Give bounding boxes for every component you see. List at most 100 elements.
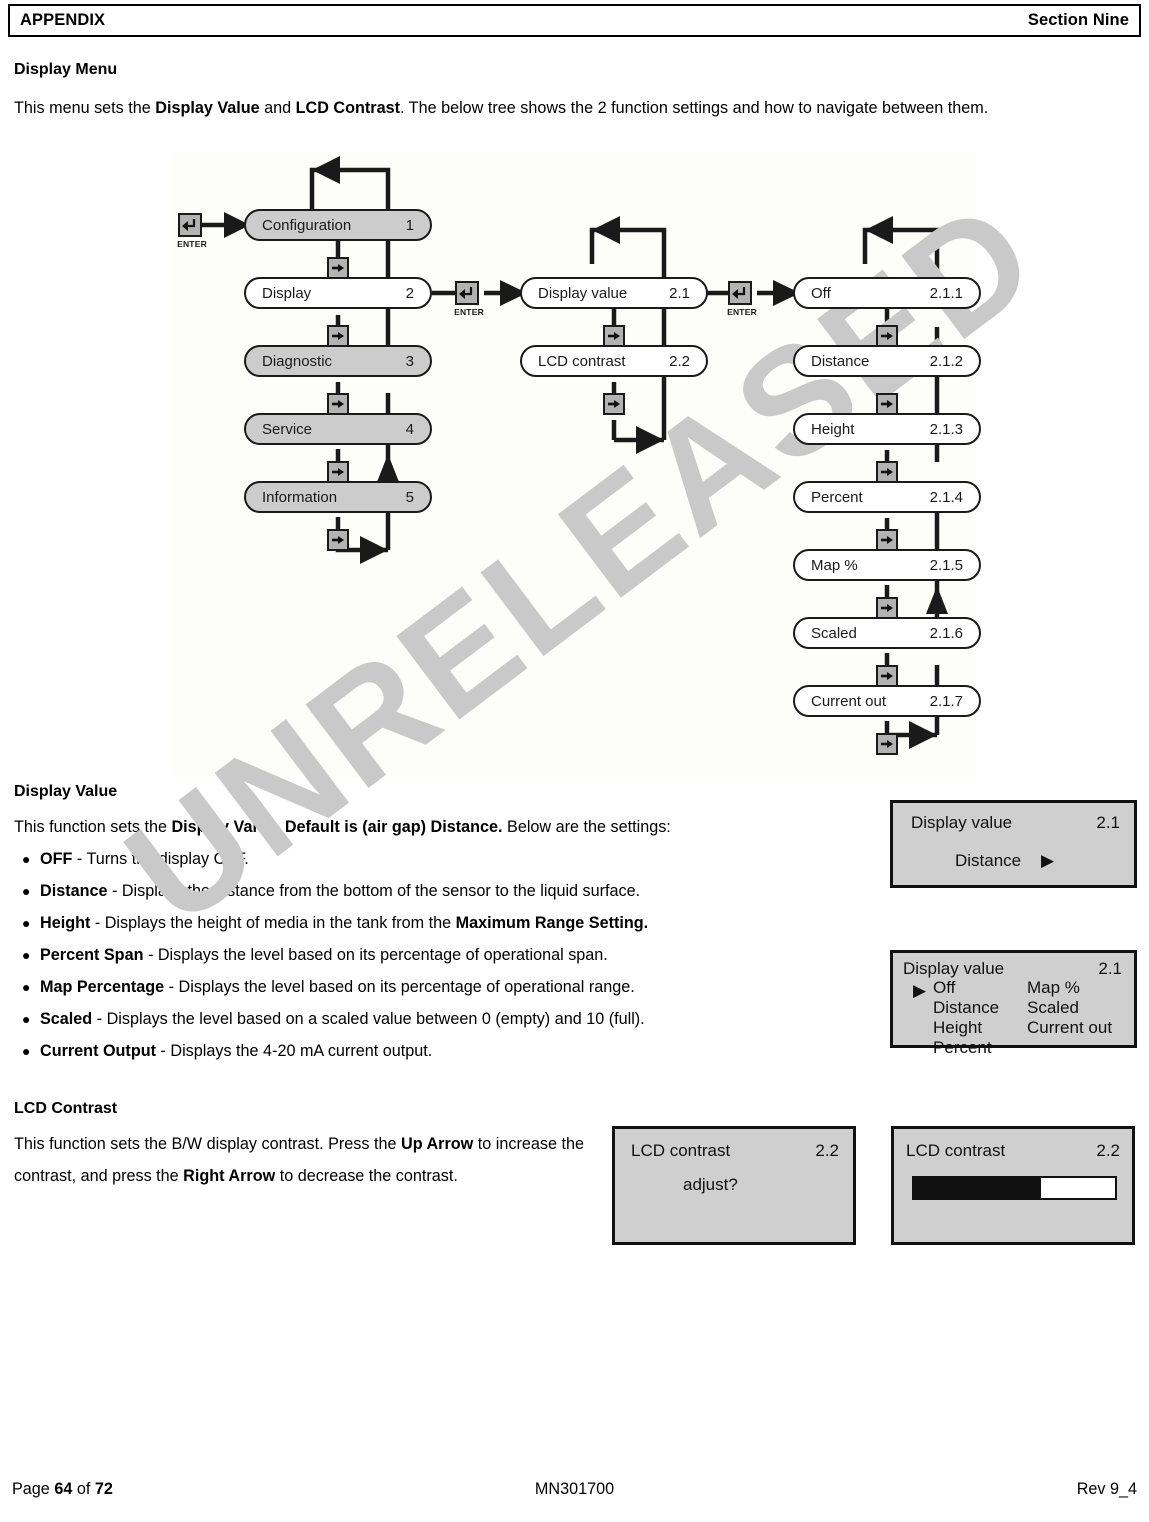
list-item: ● Height - Displays the height of media i… — [14, 907, 874, 939]
lcd-cursor-right-icon: ▶ — [913, 981, 927, 1000]
tree-node-current-out[interactable]: Current out 2.1.7 — [793, 685, 981, 717]
lcd-list-left-1[interactable]: Distance — [933, 998, 999, 1018]
lcd-panel-contrast-adjust: LCD contrast 2.2 adjust? — [612, 1126, 856, 1245]
bullet-desc: - Displays the 4-20 mA current output. — [156, 1042, 433, 1060]
tree-node-number: 3 — [405, 352, 414, 370]
right-arrow-icon-c1-1 — [327, 257, 349, 279]
display-menu-paragraph: This menu sets the Display Value and LCD… — [14, 99, 989, 117]
lcd-menu-number: 2.2 — [1096, 1141, 1120, 1160]
lcd-contrast-paragraph: This function sets the B/W display contr… — [14, 1135, 584, 1185]
lcd-panel-contrast-bar: LCD contrast 2.2 — [891, 1126, 1135, 1245]
list-item: ● Scaled - Displays the level based on a … — [14, 1003, 874, 1035]
tree-node-number: 4 — [405, 420, 414, 438]
tree-node-label: Service — [262, 420, 313, 438]
menu-tree-diagram: ENTER ENTER ENTER Configuration 1 Displa… — [172, 152, 981, 777]
page-footer: Page 64 of 72 MN301700 Rev 9_4 — [12, 1480, 1137, 1499]
list-item: ● Distance - Displays the distance from t… — [14, 875, 874, 907]
tree-node-label: Percent — [811, 488, 863, 506]
bullet-dot-icon: ● — [22, 1011, 31, 1027]
bullet-term: Current Output — [40, 1042, 156, 1060]
contrast-slider[interactable] — [912, 1176, 1117, 1200]
right-arrow-icon-c2-2 — [603, 393, 625, 415]
enter-key-label-2: ENTER — [454, 307, 484, 317]
tree-node-lcd-contrast[interactable]: LCD contrast 2.2 — [520, 345, 708, 377]
loop-arrowhead-top-col3 — [865, 216, 893, 244]
tree-node-display-value[interactable]: Display value 2.1 — [520, 277, 708, 309]
tree-node-display[interactable]: Display 2 — [244, 277, 432, 309]
bullet-dot-icon: ● — [22, 851, 31, 867]
tree-node-off[interactable]: Off 2.1.1 — [793, 277, 981, 309]
bullet-term: Scaled — [40, 1010, 93, 1028]
tree-node-label: Information — [262, 488, 338, 506]
right-arrow-icon-c3-6 — [876, 665, 898, 687]
tree-node-number: 1 — [405, 216, 414, 234]
bullet-dot-icon: ● — [22, 979, 31, 995]
tree-node-service[interactable]: Service 4 — [244, 413, 432, 445]
lcd-menu-number: 2.2 — [815, 1141, 839, 1160]
lcd-title: LCD contrast — [906, 1141, 1006, 1160]
bullet-desc: - Displays the height of media in the ta… — [90, 914, 649, 932]
enter-key-icon-3: ENTER — [727, 281, 757, 317]
lcd-panel-display-value-list: Display value 2.1 ▶ Off Distance Height … — [890, 950, 1137, 1057]
bullet-dot-icon: ● — [22, 915, 31, 931]
contrast-slider-fill — [914, 1178, 1041, 1198]
tree-node-map-percent[interactable]: Map % 2.1.5 — [793, 549, 981, 581]
lcd-list-left-0[interactable]: Off — [933, 978, 955, 998]
tree-node-number: 2.1 — [669, 284, 690, 302]
page-header: APPENDIX Section Nine — [8, 4, 1141, 37]
tree-node-number: 2.1.4 — [929, 488, 963, 506]
lcd-list-right-0[interactable]: Map % — [1027, 978, 1080, 998]
enter-key-label-3: ENTER — [727, 307, 757, 317]
tree-node-information[interactable]: Information 5 — [244, 481, 432, 513]
right-arrow-icon-c3-7 — [876, 733, 898, 755]
bullet-desc: - Displays the distance from the bottom … — [107, 882, 641, 900]
lcd-list-right-1[interactable]: Scaled — [1027, 998, 1079, 1018]
tree-node-number: 2.1.3 — [929, 420, 963, 438]
right-arrow-icon-c1-4 — [327, 461, 349, 483]
bullet-dot-icon: ● — [22, 1043, 31, 1059]
tree-node-number: 2.1.1 — [929, 284, 963, 302]
tree-node-number: 2.2 — [669, 352, 690, 370]
lcd-list-left-2[interactable]: Height — [933, 1018, 982, 1038]
tree-node-label: Map % — [811, 556, 858, 574]
list-item: ● Percent Span - Displays the level based… — [14, 939, 874, 971]
tree-node-height[interactable]: Height 2.1.3 — [793, 413, 981, 445]
display-value-bullet-list: ● OFF - Turns the display OFF. ● Distance … — [14, 843, 874, 1067]
right-arrow-icon-c3-1 — [876, 325, 898, 347]
right-arrow-icon-c3-2 — [876, 393, 898, 415]
tree-node-number: 5 — [405, 488, 414, 506]
lcd-list-left-3[interactable]: Percent — [933, 1038, 992, 1058]
lcd-panel-display-value-single: Display value 2.1 Distance ▶ — [890, 800, 1137, 888]
tree-node-label: Configuration — [262, 216, 352, 234]
tree-node-distance[interactable]: Distance 2.1.2 — [793, 345, 981, 377]
display-menu-heading: Display Menu — [14, 61, 118, 78]
list-item: ● Current Output - Displays the 4-20 mA c… — [14, 1035, 874, 1067]
tree-node-number: 2.1.5 — [929, 556, 963, 574]
loop-arrowhead-bottom-col2 — [636, 426, 664, 454]
enter-key-label-1: ENTER — [177, 239, 207, 249]
tree-node-label: Diagnostic — [262, 352, 333, 370]
tree-node-percent[interactable]: Percent 2.1.4 — [793, 481, 981, 513]
tree-node-configuration[interactable]: Configuration 1 — [244, 209, 432, 241]
document-page: APPENDIX Section Nine Display Menu This … — [0, 0, 1149, 1522]
tree-node-number: 2.1.6 — [929, 624, 963, 642]
tree-node-label: Distance — [811, 352, 870, 370]
bullet-term: Height — [40, 914, 91, 932]
enter-key-icon-1: ENTER — [177, 213, 207, 249]
display-value-heading: Display Value — [14, 783, 118, 800]
right-arrow-icon-c3-3 — [876, 461, 898, 483]
tree-node-label: Display — [262, 284, 312, 302]
loop-arrowhead-top-col1 — [312, 156, 340, 184]
tree-node-scaled[interactable]: Scaled 2.1.6 — [793, 617, 981, 649]
bullet-desc: - Turns the display OFF. — [72, 850, 249, 868]
lcd-list-right-2[interactable]: Current out — [1027, 1018, 1112, 1038]
footer-doc-number: MN301700 — [534, 1480, 615, 1498]
lcd-menu-number: 2.1 — [1096, 813, 1120, 832]
tree-node-diagnostic[interactable]: Diagnostic 3 — [244, 345, 432, 377]
tree-node-label: Current out — [811, 692, 887, 710]
enter-key-icon-2: ENTER — [454, 281, 484, 317]
lcd-title: Display value — [911, 813, 1013, 832]
header-right-text: Section Nine — [1027, 11, 1129, 29]
bullet-term: Percent Span — [40, 946, 144, 964]
lcd-title: Display value — [903, 959, 1005, 978]
